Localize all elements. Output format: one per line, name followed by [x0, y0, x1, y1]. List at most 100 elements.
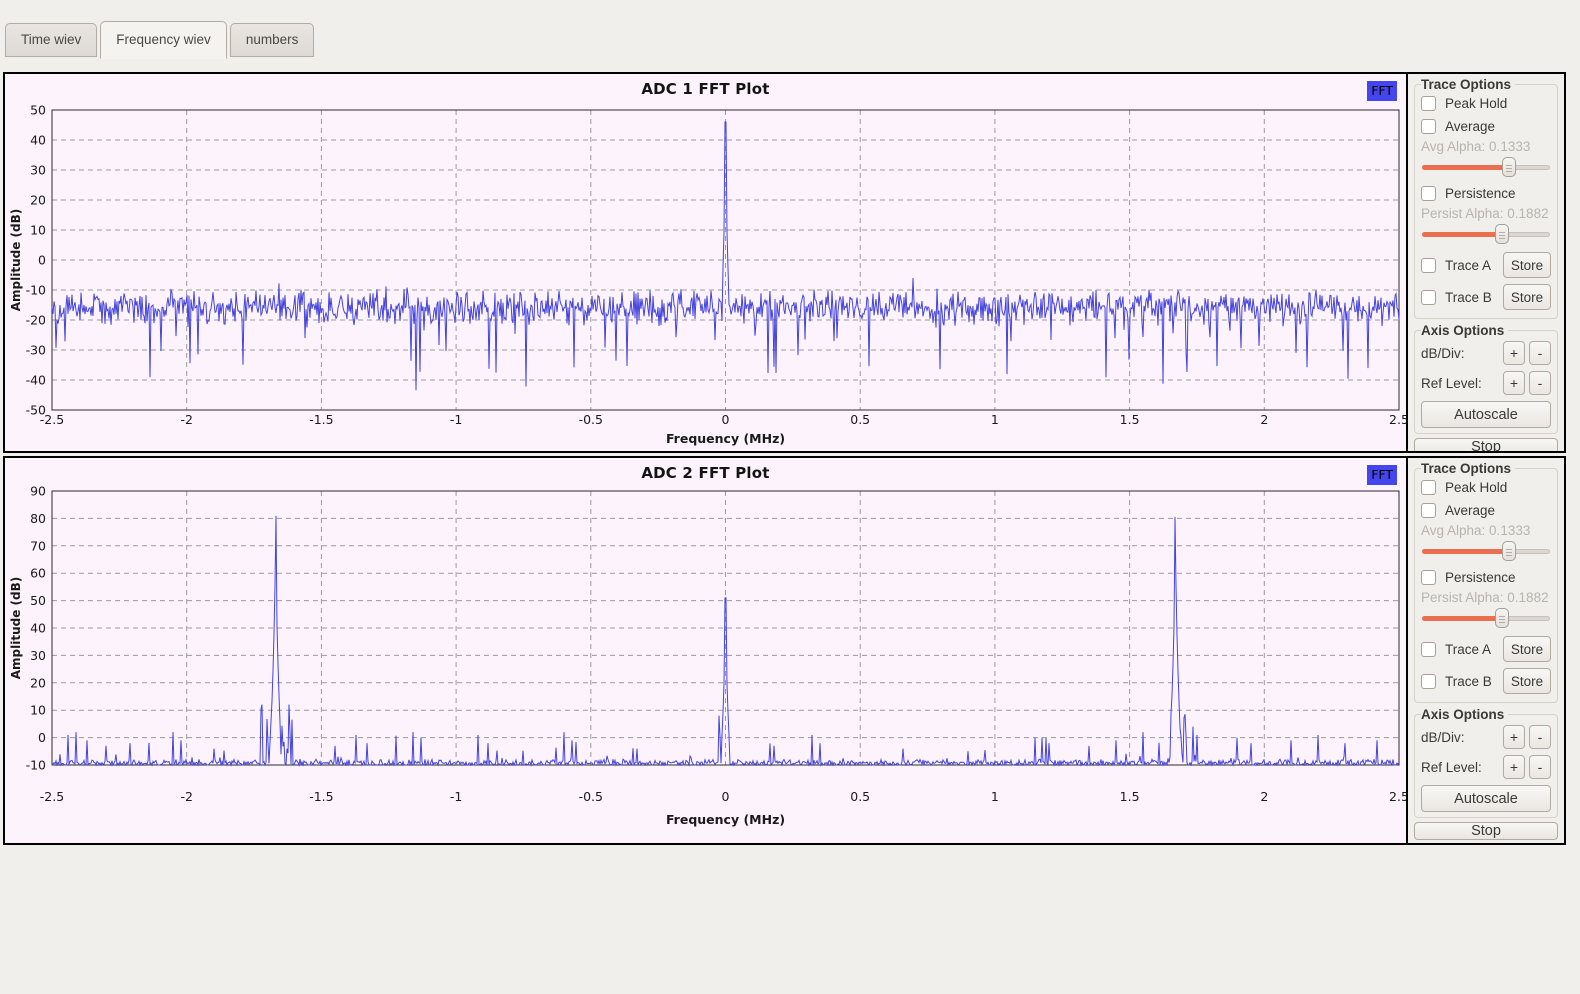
svg-text:0.5: 0.5 [850, 412, 870, 427]
app-window: Time wiev Frequency wiev numbers ADC 1 F… [0, 0, 1580, 994]
autoscale-button[interactable]: Autoscale [1421, 785, 1551, 812]
svg-text:-40: -40 [26, 373, 46, 388]
svg-text:30: 30 [30, 648, 46, 663]
store-trace-a-button[interactable]: Store [1503, 252, 1551, 278]
svg-text:80: 80 [30, 511, 46, 526]
peak-hold-checkbox[interactable] [1421, 96, 1436, 111]
trace-options-title: Trace Options [1421, 461, 1515, 476]
slider-handle[interactable] [1495, 224, 1509, 244]
stop-button[interactable]: Stop [1414, 822, 1558, 840]
average-row: Average [1421, 499, 1551, 522]
tab-time-view[interactable]: Time wiev [5, 23, 97, 57]
adc2-row: ADC 2 FFT Plot FFT -10010203040506070809… [3, 456, 1566, 845]
db-div-increase-button[interactable]: + [1503, 725, 1525, 749]
svg-text:Frequency (MHz): Frequency (MHz) [666, 812, 785, 827]
axis-options-group: Axis Options dB/Div: + - Ref Level: + - … [1414, 707, 1558, 818]
trace-a-row: Trace A Store [1421, 249, 1551, 281]
persistence-row: Persistence [1421, 566, 1551, 589]
svg-text:0: 0 [38, 253, 46, 268]
ref-level-increase-button[interactable]: + [1503, 755, 1525, 779]
trace-b-row: Trace B Store [1421, 665, 1551, 697]
svg-text:0.5: 0.5 [850, 789, 870, 804]
svg-text:-1: -1 [450, 789, 462, 804]
trace-options-group: Trace Options Peak Hold Average Avg Alph… [1414, 461, 1558, 703]
svg-text:Amplitude (dB): Amplitude (dB) [9, 577, 23, 680]
db-div-decrease-button[interactable]: - [1529, 341, 1551, 365]
svg-text:-1: -1 [450, 412, 462, 427]
persistence-checkbox[interactable] [1421, 570, 1436, 585]
svg-text:-2: -2 [180, 412, 192, 427]
avg-alpha-label: Avg Alpha: 0.1333 [1421, 138, 1551, 156]
svg-text:60: 60 [30, 566, 46, 581]
peak-hold-checkbox[interactable] [1421, 480, 1436, 495]
persistence-label: Persistence [1445, 570, 1516, 585]
peak-hold-row: Peak Hold [1421, 92, 1551, 115]
persist-alpha-slider[interactable] [1421, 224, 1551, 244]
db-div-increase-button[interactable]: + [1503, 341, 1525, 365]
svg-text:-20: -20 [26, 313, 46, 328]
trace-a-checkbox[interactable] [1421, 642, 1436, 657]
persist-alpha-label: Persist Alpha: 0.1882 [1421, 589, 1551, 607]
trace-a-checkbox[interactable] [1421, 258, 1436, 273]
ref-level-row: Ref Level: + - [1421, 368, 1551, 398]
svg-text:0: 0 [722, 412, 730, 427]
avg-alpha-slider[interactable] [1421, 541, 1551, 561]
slider-handle[interactable] [1495, 608, 1509, 628]
autoscale-button[interactable]: Autoscale [1421, 401, 1551, 428]
svg-text:90: 90 [30, 484, 46, 499]
db-div-label: dB/Div: [1421, 730, 1465, 745]
svg-text:-30: -30 [26, 343, 46, 358]
tab-frequency-view[interactable]: Frequency wiev [100, 21, 227, 59]
adc1-fft-plot: ADC 1 FFT Plot FFT -50-40-30-20-10010203… [5, 74, 1406, 451]
persistence-label: Persistence [1445, 186, 1516, 201]
store-trace-b-button[interactable]: Store [1503, 668, 1551, 694]
trace-b-checkbox[interactable] [1421, 674, 1436, 689]
svg-text:1: 1 [991, 412, 999, 427]
svg-text:50: 50 [30, 593, 46, 608]
trace-b-row: Trace B Store [1421, 281, 1551, 313]
slider-fill [1422, 616, 1503, 621]
svg-text:-2.5: -2.5 [40, 412, 64, 427]
trace-b-label: Trace B [1445, 674, 1492, 689]
ref-level-decrease-button[interactable]: - [1529, 755, 1551, 779]
adc1-row: ADC 1 FFT Plot FFT -50-40-30-20-10010203… [3, 72, 1566, 453]
axis-options-title: Axis Options [1421, 323, 1508, 338]
svg-text:2: 2 [1260, 412, 1268, 427]
ref-level-decrease-button[interactable]: - [1529, 371, 1551, 395]
persist-alpha-label: Persist Alpha: 0.1882 [1421, 205, 1551, 223]
persistence-checkbox[interactable] [1421, 186, 1436, 201]
tab-bar: Time wiev Frequency wiev numbers [5, 20, 1580, 57]
average-checkbox[interactable] [1421, 503, 1436, 518]
trace-a-label: Trace A [1445, 642, 1491, 657]
db-div-row: dB/Div: + - [1421, 722, 1551, 752]
ref-level-increase-button[interactable]: + [1503, 371, 1525, 395]
adc1-fft-canvas[interactable]: -50-40-30-20-1001020304050-2.5-2-1.5-1-0… [5, 74, 1406, 451]
svg-text:0: 0 [722, 789, 730, 804]
db-div-label: dB/Div: [1421, 346, 1465, 361]
svg-text:40: 40 [30, 621, 46, 636]
svg-text:2: 2 [1260, 789, 1268, 804]
store-trace-b-button[interactable]: Store [1503, 284, 1551, 310]
adc2-fft-canvas[interactable]: -100102030405060708090-2.5-2-1.5-1-0.500… [5, 458, 1406, 843]
slider-fill [1422, 549, 1510, 554]
average-checkbox[interactable] [1421, 119, 1436, 134]
adc2-fft-plot: ADC 2 FFT Plot FFT -10010203040506070809… [5, 458, 1406, 843]
stop-button[interactable]: Stop [1414, 438, 1558, 451]
svg-text:1: 1 [991, 789, 999, 804]
svg-text:1.5: 1.5 [1120, 789, 1140, 804]
persistence-row: Persistence [1421, 182, 1551, 205]
slider-handle[interactable] [1502, 541, 1516, 561]
peak-hold-row: Peak Hold [1421, 476, 1551, 499]
svg-text:70: 70 [30, 538, 46, 553]
trace-b-checkbox[interactable] [1421, 290, 1436, 305]
tab-numbers[interactable]: numbers [230, 23, 315, 57]
svg-text:Frequency (MHz): Frequency (MHz) [666, 431, 785, 446]
persist-alpha-slider[interactable] [1421, 608, 1551, 628]
avg-alpha-slider[interactable] [1421, 157, 1551, 177]
svg-text:-10: -10 [26, 283, 46, 298]
store-trace-a-button[interactable]: Store [1503, 636, 1551, 662]
slider-handle[interactable] [1502, 157, 1516, 177]
db-div-row: dB/Div: + - [1421, 338, 1551, 368]
svg-text:20: 20 [30, 193, 46, 208]
db-div-decrease-button[interactable]: - [1529, 725, 1551, 749]
